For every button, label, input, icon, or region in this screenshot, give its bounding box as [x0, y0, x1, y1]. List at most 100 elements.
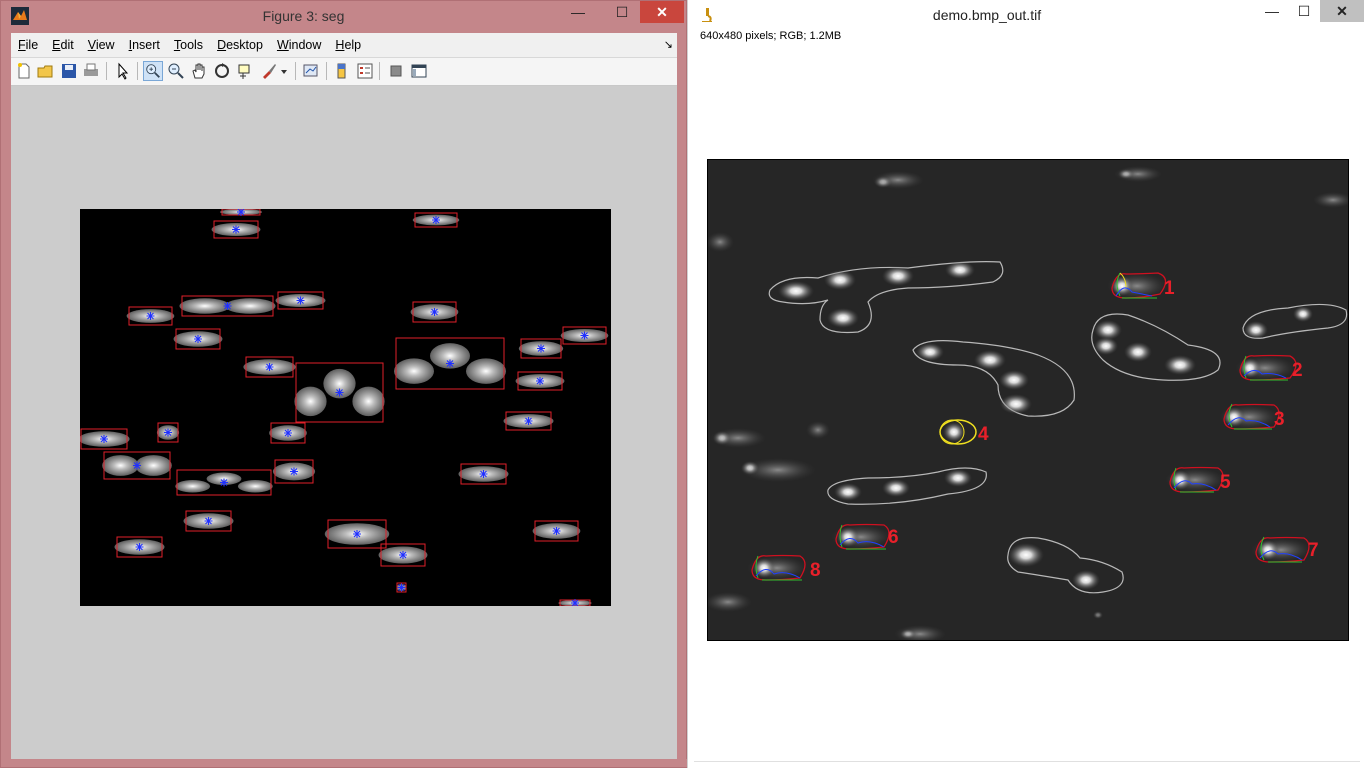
select-arrow-icon[interactable]	[113, 61, 133, 81]
segmented-object	[412, 212, 460, 228]
minimize-button[interactable]: —	[564, 1, 592, 23]
figure-window[interactable]: Figure 3: seg — ☐ ✕ File Edit View Insert To…	[0, 0, 688, 768]
centroid-marker	[524, 417, 533, 425]
centroid-marker	[135, 543, 144, 551]
menu-tools[interactable]: Tools	[167, 33, 210, 57]
segmentation-axes[interactable]	[80, 209, 611, 606]
print-icon[interactable]	[81, 61, 101, 81]
comet-image: 1 2 3 5 6 7 8 4	[708, 166, 1348, 640]
zoom-in-icon[interactable]	[143, 61, 163, 81]
segmented-object	[458, 463, 509, 485]
centroid-marker	[536, 377, 544, 385]
maximize-button[interactable]: ☐	[608, 1, 636, 23]
segmented-object	[558, 599, 592, 606]
blob	[466, 358, 506, 384]
image-canvas[interactable]: 1 2 3 5 6 7 8 4	[707, 159, 1349, 641]
centroid-marker	[296, 296, 305, 305]
image-close-button[interactable]: ✕	[1320, 0, 1364, 22]
menu-file[interactable]: File	[11, 33, 45, 57]
blob	[352, 386, 385, 417]
centroid-marker	[223, 302, 232, 310]
segmented-object	[173, 328, 223, 350]
centroid-marker	[446, 359, 454, 368]
centroid-marker	[399, 551, 407, 559]
segmented-object	[243, 356, 296, 378]
figure-window-title: Figure 3: seg	[262, 8, 345, 24]
centroid-marker	[432, 216, 440, 224]
segmented-object	[275, 291, 326, 310]
matlab-logo-icon	[11, 7, 29, 25]
segmented-object	[503, 411, 554, 431]
image-window-title: demo.bmp_out.tif	[932, 7, 1042, 23]
menu-bar: File Edit View Insert Tools Desktop Window Help…	[11, 33, 677, 58]
segmented-object	[394, 337, 506, 390]
menu-view[interactable]: View	[81, 33, 122, 57]
figure-toolbar	[11, 58, 677, 86]
segmented-object	[532, 520, 581, 542]
segmented-object	[294, 362, 385, 423]
centroid-marker	[479, 470, 488, 478]
hide-plot-tools-icon[interactable]	[386, 61, 406, 81]
segmented-object	[211, 220, 261, 239]
open-file-icon[interactable]	[36, 61, 56, 81]
centroid-marker	[290, 467, 298, 476]
image-minimize-button[interactable]: —	[1258, 0, 1286, 22]
label-1: 1	[1164, 278, 1175, 299]
centroid-marker	[353, 530, 361, 538]
image-titlebar[interactable]: demo.bmp_out.tif — ☐ ✕	[688, 0, 1366, 30]
blob	[237, 480, 273, 493]
image-window-bottom-edge	[694, 761, 1360, 762]
centroid-marker	[580, 331, 589, 340]
centroid-marker	[194, 335, 202, 343]
menu-insert[interactable]: Insert	[122, 33, 167, 57]
blob	[175, 480, 211, 493]
menu-help[interactable]: Help	[328, 33, 368, 57]
show-plot-tools-icon[interactable]	[409, 61, 429, 81]
brush-icon[interactable]	[259, 61, 279, 81]
menu-edit[interactable]: Edit	[45, 33, 81, 57]
centroid-marker	[146, 312, 155, 320]
data-cursor-icon[interactable]	[235, 61, 255, 81]
colorbar-icon[interactable]	[332, 61, 352, 81]
segmented-object	[219, 209, 263, 216]
centroid-marker	[552, 527, 561, 535]
brush-dropdown-icon[interactable]	[279, 61, 289, 81]
centroid-marker	[265, 363, 274, 371]
menu-window[interactable]: Window	[270, 33, 328, 57]
label-6: 6	[888, 527, 899, 548]
new-figure-icon[interactable]	[14, 61, 34, 81]
close-button[interactable]: ✕	[640, 1, 684, 23]
centroid-marker	[232, 225, 240, 234]
blob	[179, 298, 231, 314]
image-maximize-button[interactable]: ☐	[1290, 0, 1318, 22]
legend-icon[interactable]	[355, 61, 375, 81]
centroid-marker	[220, 478, 228, 487]
imagej-microscope-icon	[702, 8, 712, 22]
centroid-marker	[284, 429, 292, 437]
segmented-object	[80, 428, 130, 450]
link-plot-icon[interactable]	[301, 61, 321, 81]
label-7: 7	[1308, 540, 1319, 561]
image-window[interactable]: demo.bmp_out.tif — ☐ ✕ 640x480 pixels; R…	[687, 0, 1366, 768]
segmented-object	[518, 338, 564, 359]
save-icon[interactable]	[59, 61, 79, 81]
figure-titlebar[interactable]: Figure 3: seg — ☐ ✕	[1, 1, 686, 31]
menu-dock-arrow-icon[interactable]: ↘	[664, 38, 673, 51]
centroid-marker	[204, 517, 213, 525]
segmented-object	[126, 306, 175, 326]
segmented-object	[175, 469, 273, 496]
figure-canvas[interactable]	[11, 86, 677, 759]
centroid-marker	[537, 344, 545, 353]
centroid-marker	[430, 308, 439, 316]
label-4: 4	[978, 424, 989, 445]
pan-icon[interactable]	[189, 61, 209, 81]
figure-bottom-border	[1, 759, 688, 767]
segmented-object	[102, 451, 172, 480]
menu-desktop[interactable]: Desktop	[210, 33, 270, 57]
rotate-3d-icon[interactable]	[212, 61, 232, 81]
image-info-text: 640x480 pixels; RGB; 1.2MB	[700, 30, 842, 42]
segmented-object	[410, 301, 459, 323]
segmented-object	[156, 422, 180, 443]
zoom-out-icon[interactable]	[166, 61, 186, 81]
segmented-object	[560, 326, 609, 345]
